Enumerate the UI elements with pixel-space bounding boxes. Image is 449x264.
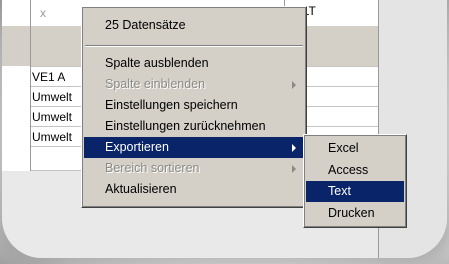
context-menu: 25 Datensätze Spalte ausblenden Spalte e… <box>81 6 307 208</box>
record-count-label: 25 Datensätze <box>105 18 186 32</box>
menu-item-label: Einstellungen zurücknehmen <box>105 119 266 133</box>
submenu-item-label: Excel <box>328 141 359 155</box>
grid-header-fragment: x <box>40 6 46 20</box>
menu-item-export[interactable]: Exportieren <box>84 137 304 158</box>
submenu-item-text[interactable]: Text <box>306 181 404 202</box>
export-submenu: Excel Access Text Drucken <box>303 134 407 228</box>
menu-item-label: Spalte einblenden <box>105 77 206 91</box>
submenu-arrow-icon <box>292 81 296 89</box>
submenu-arrow-icon <box>292 144 296 152</box>
screenshot-frame: x 10 LT VE1 A Umwelt Umwelt Umwelt <box>0 0 449 264</box>
menu-item-label: Einstellungen speichern <box>105 98 238 112</box>
submenu-item-excel[interactable]: Excel <box>306 138 404 159</box>
menu-item-sort-range: Bereich sortieren <box>84 158 304 179</box>
menu-item-refresh[interactable]: Aktualisieren <box>84 179 304 200</box>
menu-item-hide-column[interactable]: Spalte ausblenden <box>84 53 304 74</box>
menu-separator <box>85 45 303 47</box>
grid-cell[interactable]: VE1 A <box>32 70 65 84</box>
submenu-item-label: Drucken <box>328 206 375 220</box>
screenshot-viewport: x 10 LT VE1 A Umwelt Umwelt Umwelt <box>2 0 447 258</box>
submenu-item-label: Text <box>328 184 351 198</box>
submenu-item-label: Access <box>328 163 369 177</box>
submenu-item-access[interactable]: Access <box>306 160 404 181</box>
menu-item-label: Spalte ausblenden <box>105 56 209 70</box>
menu-item-revert-settings[interactable]: Einstellungen zurücknehmen <box>84 116 304 137</box>
grid-cell[interactable]: Umwelt <box>32 130 82 144</box>
grid-cell[interactable]: Umwelt <box>32 110 82 124</box>
menu-item-label: Bereich sortieren <box>105 161 200 175</box>
submenu-arrow-icon <box>292 165 296 173</box>
menu-item-save-settings[interactable]: Einstellungen speichern <box>84 95 304 116</box>
submenu-item-print[interactable]: Drucken <box>306 203 404 224</box>
grid-cell[interactable]: Umwelt <box>32 90 82 104</box>
menu-item-show-column: Spalte einblenden <box>84 74 304 95</box>
menu-item-label: Aktualisieren <box>105 182 177 196</box>
menu-item-label: Exportieren <box>105 140 169 154</box>
